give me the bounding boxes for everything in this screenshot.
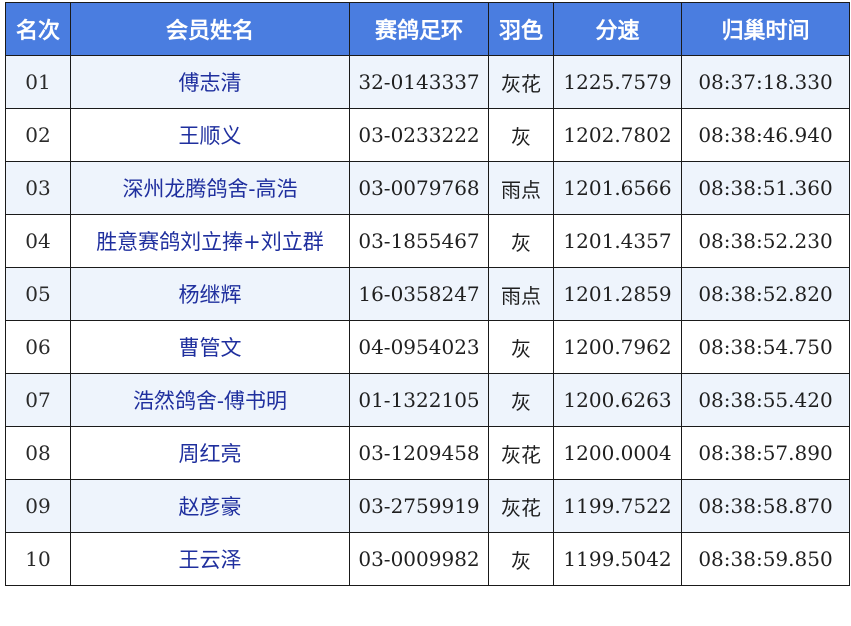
return-time-cell: 08:38:54.750: [681, 320, 850, 374]
member-name-cell: 王云泽: [70, 532, 350, 586]
return-time-cell: 08:38:46.940: [681, 108, 850, 162]
rank-cell: 10: [5, 532, 71, 586]
feather-color-cell: 灰: [488, 373, 554, 427]
member-name-cell: 浩然鸽舍-傅书明: [70, 373, 350, 427]
return-time-cell: 08:38:59.850: [681, 532, 850, 586]
speed-cell: 1200.7962: [553, 320, 682, 374]
header-ring: 赛鸽足环: [349, 2, 489, 56]
table-row: 04 胜意赛鸽刘立捧+刘立群 03-1855467 灰 1201.4357 08…: [5, 214, 850, 268]
speed-cell: 1199.7522: [553, 479, 682, 533]
return-time-cell: 08:38:57.890: [681, 426, 850, 480]
results-table: 名次 会员姓名 赛鸽足环 羽色 分速 归巢时间 01 傅志清 32-014333…: [5, 2, 850, 586]
speed-cell: 1201.4357: [553, 214, 682, 268]
member-name-cell: 深州龙腾鸽舍-高浩: [70, 161, 350, 215]
speed-cell: 1225.7579: [553, 55, 682, 109]
header-rank: 名次: [5, 2, 71, 56]
rank-cell: 07: [5, 373, 71, 427]
ring-cell: 03-2759919: [349, 479, 489, 533]
return-time-cell: 08:38:51.360: [681, 161, 850, 215]
member-name-cell: 王顺义: [70, 108, 350, 162]
table-row: 08 周红亮 03-1209458 灰花 1200.0004 08:38:57.…: [5, 426, 850, 480]
feather-color-cell: 灰花: [488, 426, 554, 480]
feather-color-cell: 雨点: [488, 267, 554, 321]
rank-cell: 08: [5, 426, 71, 480]
return-time-cell: 08:38:52.230: [681, 214, 850, 268]
speed-cell: 1202.7802: [553, 108, 682, 162]
ring-cell: 32-0143337: [349, 55, 489, 109]
member-name-cell: 周红亮: [70, 426, 350, 480]
ring-cell: 16-0358247: [349, 267, 489, 321]
feather-color-cell: 灰花: [488, 479, 554, 533]
table-row: 02 王顺义 03-0233222 灰 1202.7802 08:38:46.9…: [5, 108, 850, 162]
header-speed: 分速: [553, 2, 682, 56]
return-time-cell: 08:38:55.420: [681, 373, 850, 427]
rank-cell: 04: [5, 214, 71, 268]
header-row: 名次 会员姓名 赛鸽足环 羽色 分速 归巢时间: [5, 2, 850, 56]
member-name-cell: 杨继辉: [70, 267, 350, 321]
return-time-cell: 08:37:18.330: [681, 55, 850, 109]
ring-cell: 03-1209458: [349, 426, 489, 480]
rank-cell: 05: [5, 267, 71, 321]
rank-cell: 06: [5, 320, 71, 374]
feather-color-cell: 灰: [488, 108, 554, 162]
table-row: 06 曹管文 04-0954023 灰 1200.7962 08:38:54.7…: [5, 320, 850, 374]
table-row: 03 深州龙腾鸽舍-高浩 03-0079768 雨点 1201.6566 08:…: [5, 161, 850, 215]
feather-color-cell: 雨点: [488, 161, 554, 215]
feather-color-cell: 灰: [488, 214, 554, 268]
member-name-cell: 曹管文: [70, 320, 350, 374]
feather-color-cell: 灰花: [488, 55, 554, 109]
rank-cell: 02: [5, 108, 71, 162]
table-row: 01 傅志清 32-0143337 灰花 1225.7579 08:37:18.…: [5, 55, 850, 109]
header-return-time: 归巢时间: [681, 2, 850, 56]
table-row: 05 杨继辉 16-0358247 雨点 1201.2859 08:38:52.…: [5, 267, 850, 321]
ring-cell: 03-0233222: [349, 108, 489, 162]
table-row: 07 浩然鸽舍-傅书明 01-1322105 灰 1200.6263 08:38…: [5, 373, 850, 427]
speed-cell: 1200.6263: [553, 373, 682, 427]
speed-cell: 1200.0004: [553, 426, 682, 480]
header-feather-color: 羽色: [488, 2, 554, 56]
feather-color-cell: 灰: [488, 320, 554, 374]
feather-color-cell: 灰: [488, 532, 554, 586]
ring-cell: 03-0079768: [349, 161, 489, 215]
ring-cell: 04-0954023: [349, 320, 489, 374]
table-header: 名次 会员姓名 赛鸽足环 羽色 分速 归巢时间: [5, 2, 850, 56]
speed-cell: 1201.2859: [553, 267, 682, 321]
rank-cell: 03: [5, 161, 71, 215]
speed-cell: 1201.6566: [553, 161, 682, 215]
table-row: 10 王云泽 03-0009982 灰 1199.5042 08:38:59.8…: [5, 532, 850, 586]
ring-cell: 03-0009982: [349, 532, 489, 586]
return-time-cell: 08:38:58.870: [681, 479, 850, 533]
rank-cell: 09: [5, 479, 71, 533]
ring-cell: 03-1855467: [349, 214, 489, 268]
member-name-cell: 傅志清: [70, 55, 350, 109]
rank-cell: 01: [5, 55, 71, 109]
table-body: 01 傅志清 32-0143337 灰花 1225.7579 08:37:18.…: [5, 55, 850, 586]
table-row: 09 赵彦豪 03-2759919 灰花 1199.7522 08:38:58.…: [5, 479, 850, 533]
member-name-cell: 胜意赛鸽刘立捧+刘立群: [70, 214, 350, 268]
speed-cell: 1199.5042: [553, 532, 682, 586]
ring-cell: 01-1322105: [349, 373, 489, 427]
return-time-cell: 08:38:52.820: [681, 267, 850, 321]
member-name-cell: 赵彦豪: [70, 479, 350, 533]
header-member-name: 会员姓名: [70, 2, 350, 56]
